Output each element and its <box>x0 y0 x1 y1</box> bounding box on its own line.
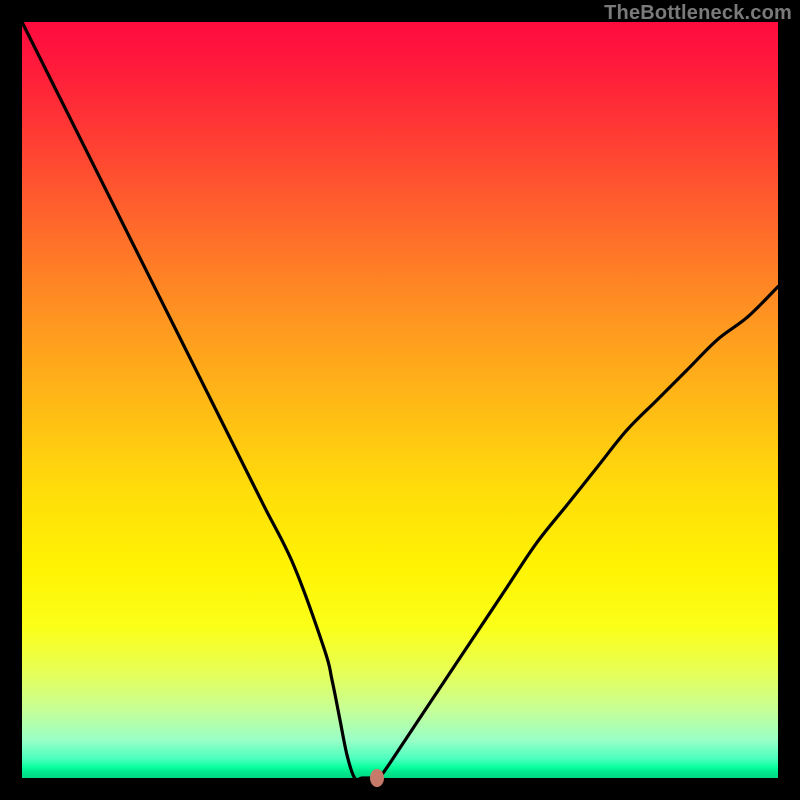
plot-area <box>22 22 778 778</box>
chart-container: TheBottleneck.com <box>0 0 800 800</box>
bottleneck-curve <box>22 22 778 778</box>
marker-dot <box>370 769 384 787</box>
curve-svg <box>22 22 778 778</box>
